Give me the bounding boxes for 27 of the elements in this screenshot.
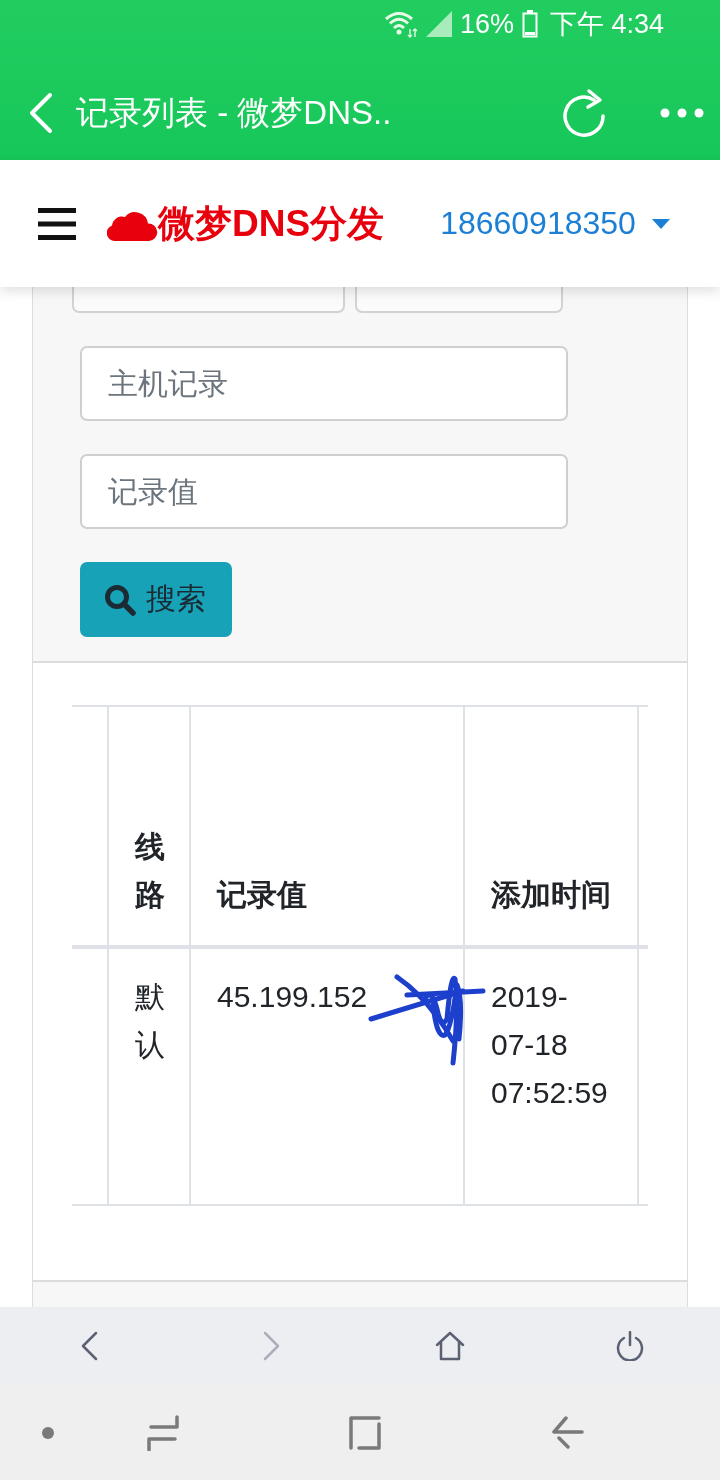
input-field[interactable]: 主机记录 bbox=[80, 346, 568, 421]
clock-time: 下午 4:34 bbox=[549, 8, 664, 41]
battery-icon bbox=[521, 10, 538, 38]
signal-icon bbox=[425, 11, 452, 37]
home-icon[interactable] bbox=[435, 1331, 465, 1361]
column-header: 记录值 bbox=[190, 706, 464, 947]
account-dropdown[interactable]: 18660918350 bbox=[440, 205, 670, 242]
page-title: 记录列表 - 微梦DNS.. bbox=[76, 92, 393, 133]
column-header: 添加时间 bbox=[464, 706, 638, 947]
back-icon[interactable] bbox=[28, 92, 54, 134]
table-cell: 2019-07-18 07:52:59 bbox=[464, 947, 638, 1205]
caret-icon bbox=[651, 218, 670, 229]
search-icon bbox=[104, 583, 136, 616]
refresh-icon[interactable] bbox=[560, 88, 608, 138]
back-arrow-icon[interactable] bbox=[552, 1415, 584, 1450]
input-field[interactable]: 记录值 bbox=[80, 454, 568, 529]
menu-icon[interactable] bbox=[38, 207, 76, 240]
search-button[interactable]: 搜索 bbox=[80, 562, 232, 637]
battery-percent: 16% bbox=[459, 8, 514, 40]
wifi-icon bbox=[383, 9, 418, 39]
column-header: 线路 bbox=[108, 706, 190, 947]
recent-apps-icon[interactable] bbox=[147, 1414, 179, 1451]
more-icon[interactable] bbox=[660, 108, 704, 118]
power-icon[interactable] bbox=[615, 1331, 645, 1361]
table-cell: 默认 bbox=[108, 947, 190, 1205]
brand-name[interactable]: 微梦DNS分发 bbox=[158, 198, 385, 249]
dot-icon[interactable] bbox=[42, 1426, 54, 1439]
